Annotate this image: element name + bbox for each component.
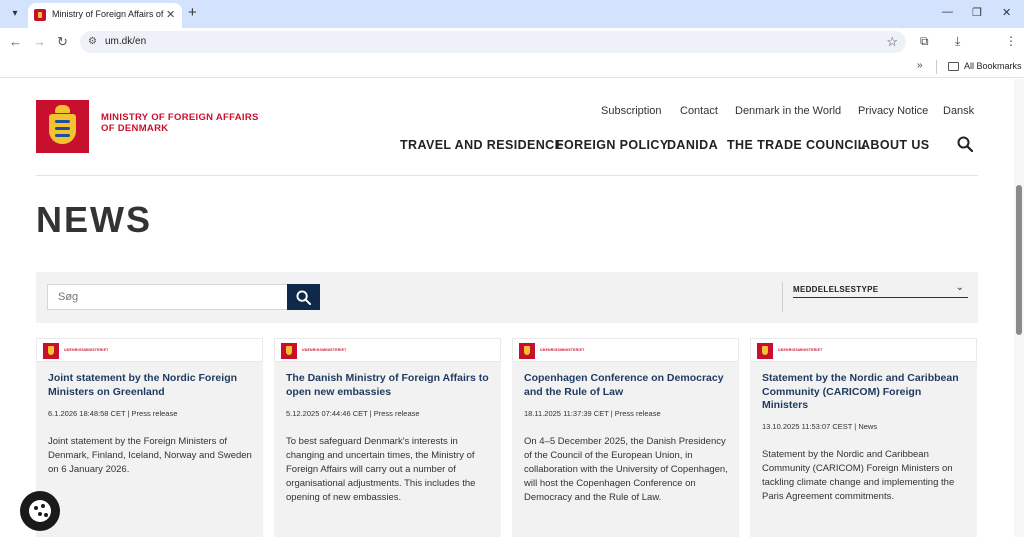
card-logo-icon (757, 343, 773, 359)
tab-search-icon[interactable]: ▾ (6, 5, 24, 23)
browser-toolbar: ← → ↻ ⚙ um.dk/en ☆ ⧉ ⤓ ⋮ (0, 28, 1024, 56)
new-tab-icon[interactable]: + (188, 4, 197, 21)
cookie-settings-button[interactable] (20, 491, 60, 531)
cookie-icon (29, 500, 51, 522)
message-type-select[interactable]: MEDDELELSESTYPE ⌄ (793, 282, 968, 298)
news-search-input[interactable] (47, 284, 287, 310)
news-card[interactable]: UDENRIGSMINISTERIET Statement by the Nor… (750, 338, 977, 537)
card-header: UDENRIGSMINISTERIET (36, 338, 263, 362)
search-button-icon (296, 290, 311, 305)
browser-tab[interactable]: Ministry of Foreign Affairs of Denmark ✕ (28, 3, 182, 28)
restore-icon[interactable]: ❐ (972, 6, 982, 19)
download-icon[interactable]: ⤓ (955, 34, 960, 49)
card-title[interactable]: Copenhagen Conference on Democracy and t… (524, 372, 730, 399)
news-card[interactable]: UDENRIGSMINISTERIET Joint statement by t… (36, 338, 263, 537)
folder-icon (948, 62, 959, 71)
card-logo-icon (519, 343, 535, 359)
card-org-label: UDENRIGSMINISTERIET (64, 348, 109, 352)
card-header: UDENRIGSMINISTERIET (512, 338, 739, 362)
header-divider (36, 175, 978, 176)
page-content: MINISTRY OF FOREIGN AFFAIRS OF DENMARK S… (0, 79, 1024, 537)
crown-icon (55, 105, 70, 113)
card-header: UDENRIGSMINISTERIET (274, 338, 501, 362)
logo-line-1: MINISTRY OF FOREIGN AFFAIRS (101, 112, 259, 123)
news-search-button[interactable] (287, 284, 320, 310)
address-bar[interactable]: ⚙ um.dk/en ☆ (80, 31, 906, 53)
browser-tabstrip: ▾ Ministry of Foreign Affairs of Denmark… (0, 0, 1024, 28)
card-header: UDENRIGSMINISTERIET (750, 338, 977, 362)
card-body: On 4–5 December 2025, the Danish Preside… (524, 436, 728, 503)
menu-icon[interactable]: ⋮ (1005, 34, 1017, 48)
shield-icon (49, 114, 76, 144)
filter-divider (782, 282, 783, 312)
bookmark-star-icon[interactable]: ☆ (886, 34, 898, 50)
card-org-label: UDENRIGSMINISTERIET (778, 348, 823, 352)
card-body: Joint statement by the Foreign Ministers… (48, 436, 252, 475)
logo-text[interactable]: MINISTRY OF FOREIGN AFFAIRS OF DENMARK (101, 112, 259, 134)
minimize-icon[interactable]: — (942, 6, 953, 18)
url-text: um.dk/en (105, 36, 147, 47)
news-card[interactable]: UDENRIGSMINISTERIET Copenhagen Conferenc… (512, 338, 739, 537)
nav-danida[interactable]: DANIDA (667, 138, 718, 152)
logo-line-2: OF DENMARK (101, 123, 169, 134)
utility-link-dansk[interactable]: Dansk (943, 105, 974, 117)
coat-of-arms-logo[interactable] (36, 100, 89, 153)
card-meta: 18.11.2025 11:37:39 CET | Press release (524, 409, 661, 418)
favicon-icon (34, 9, 46, 21)
nav-foreign-policy[interactable]: FOREIGN POLICY (556, 138, 669, 152)
window-close-icon[interactable]: ✕ (1002, 6, 1011, 19)
card-logo-icon (43, 343, 59, 359)
nav-about-us[interactable]: ABOUT US (861, 138, 929, 152)
scrollbar[interactable] (1014, 79, 1024, 537)
card-title[interactable]: The Danish Ministry of Foreign Affairs t… (286, 372, 492, 399)
page-title: NEWS (36, 199, 152, 240)
card-meta: 5.12.2025 07:44:46 CET | Press release (286, 409, 420, 418)
card-body: Statement by the Nordic and Caribbean Co… (762, 449, 955, 502)
tab-title: Ministry of Foreign Affairs of Denmark (52, 9, 164, 19)
utility-link-denmark-in-the-world[interactable]: Denmark in the World (735, 105, 841, 117)
search-icon[interactable] (957, 136, 973, 152)
utility-link-subscription[interactable]: Subscription (601, 105, 662, 117)
news-card[interactable]: UDENRIGSMINISTERIET The Danish Ministry … (274, 338, 501, 537)
card-org-label: UDENRIGSMINISTERIET (302, 348, 347, 352)
nav-the-trade-council[interactable]: THE TRADE COUNCIL (727, 138, 866, 152)
utility-link-contact[interactable]: Contact (680, 105, 718, 117)
card-logo-icon (281, 343, 297, 359)
card-title[interactable]: Joint statement by the Nordic Foreign Mi… (48, 372, 254, 399)
bookmarks-divider (936, 60, 937, 74)
card-body: To best safeguard Denmark's interests in… (286, 436, 476, 503)
card-org-label: UDENRIGSMINISTERIET (540, 348, 585, 352)
news-filter-bar: MEDDELELSESTYPE ⌄ (36, 272, 978, 323)
bookmarks-bar: » All Bookmarks (0, 56, 1024, 78)
utility-link-privacy-notice[interactable]: Privacy Notice (858, 105, 928, 117)
card-meta: 6.1.2026 18:48:58 CET | Press release (48, 409, 178, 418)
reload-icon[interactable]: ↻ (57, 34, 68, 50)
back-icon[interactable]: ← (9, 34, 22, 49)
bookmarks-overflow-icon[interactable]: » (917, 60, 923, 71)
scrollbar-thumb[interactable] (1016, 185, 1022, 335)
extensions-icon[interactable]: ⧉ (920, 34, 929, 49)
card-meta: 13.10.2025 11:53:07 CEST | News (762, 422, 878, 431)
chevron-down-icon: ⌄ (955, 282, 964, 293)
nav-travel-and-residence[interactable]: TRAVEL AND RESIDENCE (400, 138, 563, 152)
all-bookmarks-link[interactable]: All Bookmarks (964, 61, 1022, 71)
card-title[interactable]: Statement by the Nordic and Caribbean Co… (762, 372, 968, 413)
site-info-icon[interactable]: ⚙ (88, 36, 97, 47)
tab-close-icon[interactable]: ✕ (166, 8, 175, 21)
select-label: MEDDELELSESTYPE (793, 285, 879, 294)
forward-icon[interactable]: → (33, 34, 46, 49)
